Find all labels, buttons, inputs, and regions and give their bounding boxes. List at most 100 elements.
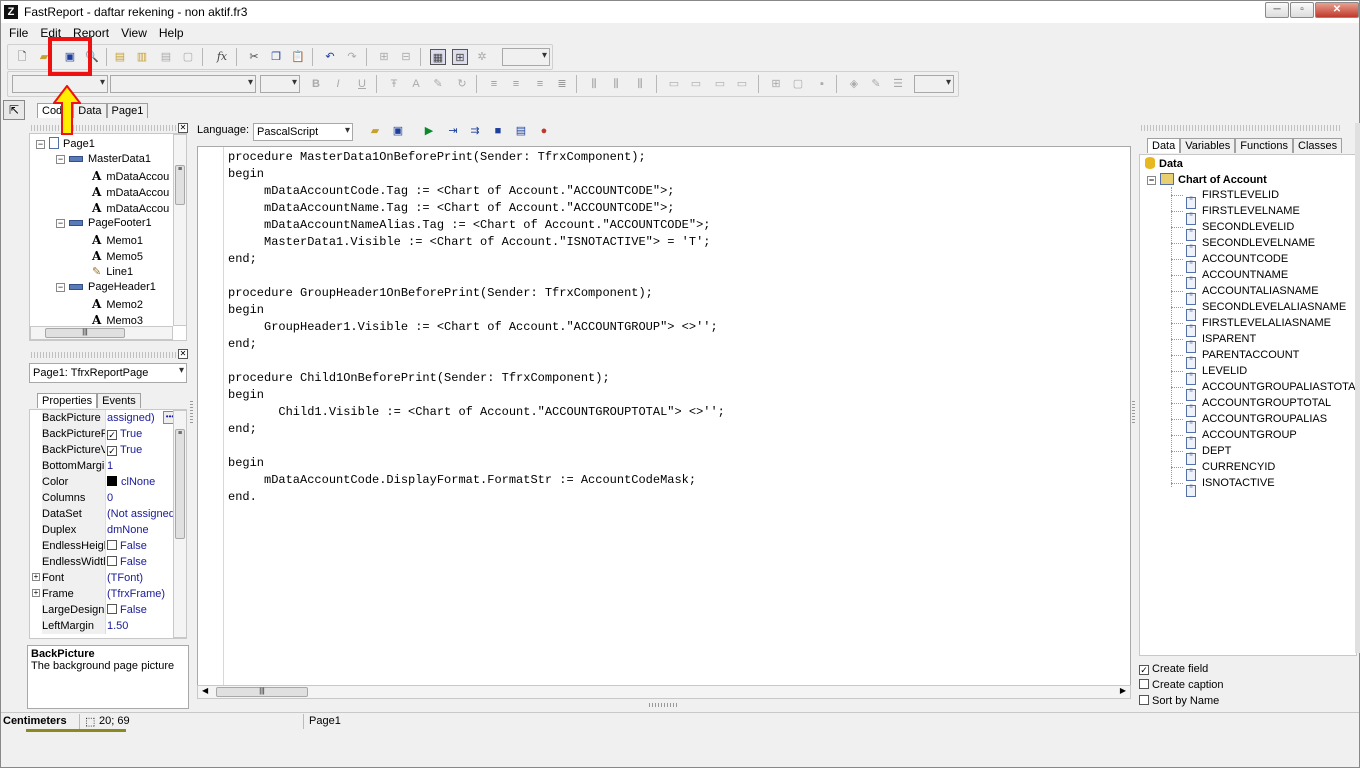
tree-hscroll[interactable]: ||| [30,326,173,340]
close-inspector-icon[interactable]: ✕ [178,349,188,359]
code-line[interactable]: MasterData1.Visible := <Chart of Account… [228,234,725,251]
tab-data-tree[interactable]: Data [1147,138,1181,153]
undo-icon[interactable]: ↶ [322,49,338,65]
property-value[interactable]: 1 [107,458,177,474]
code-line[interactable]: procedure MasterData1OnBeforePrint(Sende… [228,149,725,166]
frame-style-icon[interactable]: ☰ [890,76,906,92]
stop-icon[interactable]: ■ [490,123,506,139]
fill-color-icon[interactable]: ◈ [846,76,862,92]
property-row[interactable]: LeftMargin 1.50 [30,618,176,634]
code-line[interactable]: GroupHeader1.Visible := <Chart of Accoun… [228,319,725,336]
property-row[interactable]: Color clNone [30,474,176,490]
frame-top-icon[interactable]: ▭ [666,76,682,92]
properties-vscroll[interactable]: ≡ [173,410,186,638]
frame-color-icon[interactable]: ✎ [868,76,884,92]
new-dialog-icon[interactable]: ▥ [134,49,150,65]
rotation-icon[interactable]: ↻ [454,76,470,92]
code-line[interactable]: begin [228,302,725,319]
property-row[interactable]: BottomMargin 1 [30,458,176,474]
align-bottom-icon[interactable]: ⫼ [632,76,648,92]
property-row[interactable]: EndlessWidth False [30,554,176,570]
save-script-icon[interactable]: ▣ [390,123,406,139]
frame-right-icon[interactable]: ▭ [734,76,750,92]
menu-view[interactable]: View [115,26,153,40]
property-value[interactable]: False [107,602,177,618]
maximize-button[interactable]: ▫ [1290,2,1314,18]
checkbox[interactable]: ✓ [107,430,117,440]
property-row[interactable]: LargeDesign False [30,602,176,618]
frame-left-icon[interactable]: ▭ [712,76,728,92]
copy-icon[interactable]: ❐ [268,49,284,65]
align-middle-icon[interactable]: ⫼ [608,76,624,92]
property-value[interactable]: dmNone [107,522,177,538]
property-value[interactable]: clNone [107,474,177,490]
step-icon[interactable]: ⇥ [445,123,461,139]
tab-events[interactable]: Events [97,393,141,408]
menu-file[interactable]: File [3,26,34,40]
code-line[interactable]: end; [228,421,725,438]
tree-node-masterdata1[interactable]: − MasterData1 [56,153,151,165]
breakpoint-icon[interactable]: ● [536,123,552,139]
frame-none-icon[interactable]: ▢ [790,76,806,92]
tree-node-page1[interactable]: − Page1 [36,137,95,150]
tree-node-pageheader1[interactable]: − PageHeader1 [56,281,156,293]
property-value[interactable]: 1.50 [107,618,177,634]
data-option[interactable]: Sort by Name [1139,695,1219,707]
run-icon[interactable]: ▶ [421,123,437,139]
tree-node-memo1[interactable]: A Memo1 [92,233,143,247]
code-hscroll[interactable]: ◀ ||| ▶ [197,685,1131,699]
checkbox[interactable]: ✓ [1139,665,1149,675]
tree-node-memo3[interactable]: A Memo3 [92,313,143,327]
bottom-splitter[interactable] [649,703,677,707]
fit-grid-icon[interactable]: ✲ [474,49,490,65]
code-line[interactable]: procedure GroupHeader1OnBeforePrint(Send… [228,285,725,302]
code-line[interactable] [228,438,725,455]
evaluate-icon[interactable]: ▤ [513,123,529,139]
align-center-icon[interactable]: ≡ [508,76,524,92]
font-size-combo[interactable] [260,75,300,93]
left-splitter[interactable] [190,401,193,425]
step-over-icon[interactable]: ⇉ [467,123,483,139]
checkbox[interactable]: ✓ [107,446,117,456]
tree-vscroll[interactable]: ≡ [173,134,187,326]
code-line[interactable] [228,353,725,370]
show-grid-icon[interactable]: ▦ [430,49,446,65]
expand-icon[interactable]: + [32,573,40,581]
right-panel-scroll[interactable] [1355,123,1360,653]
tree-node-memo2[interactable]: A Memo2 [92,297,143,311]
tree-node-line1[interactable]: ✎ Line1 [92,265,133,278]
property-row[interactable]: Columns 0 [30,490,176,506]
paste-icon[interactable]: 📋 [290,49,306,65]
property-row[interactable]: BackPicture assigned) ••• [30,410,177,426]
code-line[interactable]: mDataAccountCode.DisplayFormat.FormatStr… [228,472,725,489]
data-root[interactable]: Data [1145,157,1183,170]
cut-icon[interactable]: ✂ [246,49,262,65]
property-row[interactable]: DataSet (Not assigned [30,506,176,522]
delete-page-icon[interactable]: ▤ [158,49,174,65]
code-text[interactable]: procedure MasterData1OnBeforePrint(Sende… [228,149,725,506]
underline-icon[interactable]: U [354,76,370,92]
tree-node-pagefooter1[interactable]: − PageFooter1 [56,217,152,229]
highlight-icon[interactable]: ✎ [430,76,446,92]
close-button[interactable]: ✕ [1315,2,1359,18]
frame-all-icon[interactable]: ⊞ [768,76,784,92]
tab-properties[interactable]: Properties [37,393,98,408]
code-line[interactable]: procedure Child1OnBeforePrint(Sender: Tf… [228,370,725,387]
align-grid-icon[interactable]: ⊞ [452,49,468,65]
bold-icon[interactable]: B [308,76,324,92]
shadow-icon[interactable]: ▪ [814,76,830,92]
property-value[interactable]: False [107,554,177,570]
expand-icon[interactable]: + [32,589,40,597]
checkbox[interactable] [107,556,117,566]
language-combo[interactable]: PascalScript [253,123,353,141]
code-line[interactable]: mDataAccountCode.Tag := <Chart of Accoun… [228,183,725,200]
data-option[interactable]: Create caption [1139,679,1224,691]
tab-page1[interactable]: Page1 [106,103,149,118]
open-script-icon[interactable]: ▰ [367,123,383,139]
ungroup-icon[interactable]: ⊟ [398,49,414,65]
tab-classes[interactable]: Classes [1293,138,1343,153]
align-left-icon[interactable]: ≡ [486,76,502,92]
function-icon[interactable]: fx [214,49,230,65]
data-option[interactable]: ✓ Create field [1139,663,1208,675]
align-justify-icon[interactable]: ≣ [554,76,570,92]
